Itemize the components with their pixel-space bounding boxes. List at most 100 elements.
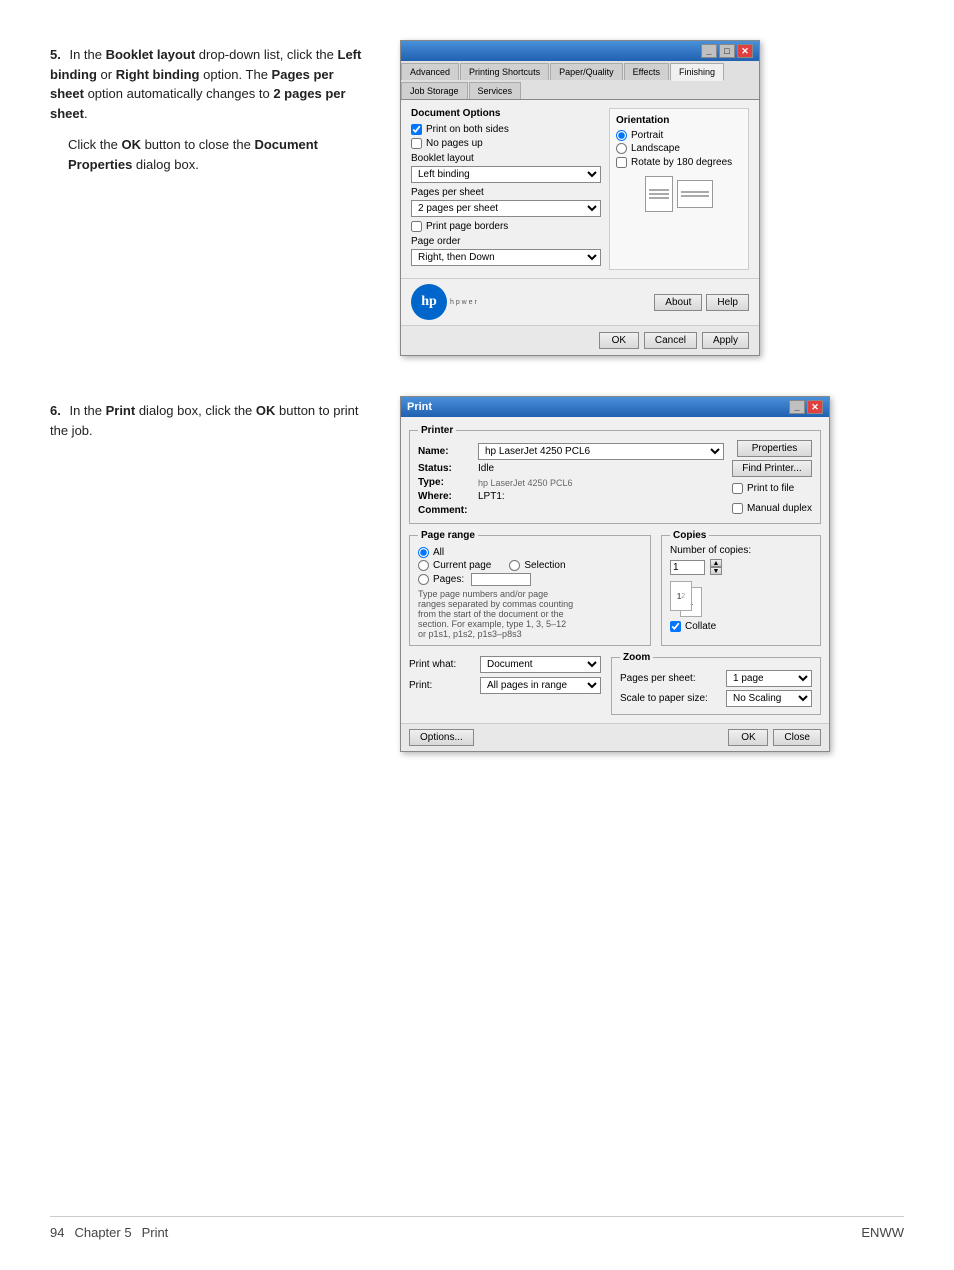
printer-name-field-row: Name: hp LaserJet 4250 PCL6	[418, 443, 724, 460]
collate-checkbox[interactable]	[670, 621, 681, 632]
pages-hint-text: Type page numbers and/or page ranges sep…	[418, 589, 642, 639]
pages-row: Pages:	[418, 573, 642, 586]
print-to-file-row: Print to file	[732, 483, 812, 494]
tab-paper-quality[interactable]: Paper/Quality	[550, 63, 623, 80]
doc-props-ok-button[interactable]: OK	[599, 332, 639, 349]
hp-logo-area: hp h p w e r	[411, 284, 477, 320]
page-order-select[interactable]: Right, then Down	[411, 249, 601, 266]
print-what-select[interactable]: Document	[480, 656, 601, 673]
tab-printing-shortcuts[interactable]: Printing Shortcuts	[460, 63, 549, 80]
copies-spinner: ▲ ▼	[710, 559, 722, 575]
printer-name-select[interactable]: hp LaserJet 4250 PCL6	[478, 443, 724, 460]
copies-input-row: ▲ ▼	[670, 559, 812, 575]
print-minimize-button[interactable]: _	[789, 400, 805, 414]
page-order-label: Page order	[411, 236, 601, 247]
tab-finishing[interactable]: Finishing	[670, 63, 724, 81]
print-titlebar-controls: _ ✕	[789, 400, 823, 414]
zoom-pages-label: Pages per sheet:	[620, 673, 720, 684]
scale-label: Scale to paper size:	[620, 693, 720, 704]
print-ok-close-area: OK Close	[728, 729, 821, 746]
pages-per-sheet-label: Pages per sheet	[411, 187, 601, 198]
titlebar-controls: _ □ ✕	[701, 44, 753, 58]
print-main-grid: Page range All Current page Selection	[409, 530, 821, 646]
selection-radio[interactable]	[509, 560, 520, 571]
booklet-layout-label: Booklet layout	[411, 153, 601, 164]
document-options-label: Document Options	[411, 108, 601, 119]
footer-left: 94 Chapter 5 Print	[50, 1225, 168, 1240]
num-copies-label: Number of copies:	[670, 545, 812, 556]
copies-up-button[interactable]: ▲	[710, 559, 722, 567]
no-pages-up-row: No pages up	[411, 138, 601, 149]
no-pages-up-checkbox[interactable]	[411, 138, 422, 149]
pages-per-sheet-select[interactable]: 2 pages per sheet	[411, 200, 601, 217]
scale-select[interactable]: No Scaling	[726, 690, 812, 707]
print-close-button[interactable]: ✕	[807, 400, 823, 414]
print-what-row: Print what: Document	[409, 656, 601, 673]
current-page-radio[interactable]	[418, 560, 429, 571]
type-label: Type:	[418, 477, 478, 488]
where-value: LPT1:	[478, 491, 724, 502]
print-dialog: Print _ ✕ Printer Name: hp La	[400, 396, 830, 752]
print-to-file-checkbox[interactable]	[732, 483, 743, 494]
doc-props-cancel-button[interactable]: Cancel	[644, 332, 697, 349]
properties-button[interactable]: Properties	[737, 440, 812, 457]
landscape-label: Landscape	[631, 143, 680, 154]
step-6-body: 6. In the Print dialog box, click the OK…	[50, 401, 370, 440]
all-radio[interactable]	[418, 547, 429, 558]
tab-services[interactable]: Services	[469, 82, 522, 99]
page-number: 94	[50, 1225, 64, 1240]
copies-down-button[interactable]: ▼	[710, 567, 722, 575]
manual-duplex-checkbox[interactable]	[732, 503, 743, 514]
close-button[interactable]: ✕	[737, 44, 753, 58]
hp-logo: hp	[411, 284, 447, 320]
tab-advanced[interactable]: Advanced	[401, 63, 459, 80]
page-icon-1: 1 2	[670, 581, 692, 611]
rotate-checkbox[interactable]	[616, 157, 627, 168]
collate-pages-icon: 1 2 1	[670, 581, 720, 617]
footer-chapter: Chapter 5	[74, 1225, 131, 1240]
about-button[interactable]: About	[654, 294, 702, 311]
tab-effects[interactable]: Effects	[624, 63, 669, 80]
all-label: All	[433, 547, 444, 558]
step-5-text: 5. In the Booklet layout drop-down list,…	[50, 40, 370, 174]
page-footer: 94 Chapter 5 Print ENWW	[50, 1216, 904, 1240]
booklet-layout-select[interactable]: Left binding	[411, 166, 601, 183]
print-page-borders-row: Print page borders	[411, 221, 601, 232]
doc-props-lower: hp h p w e r About Help	[401, 278, 759, 325]
collate-row: Collate	[670, 621, 812, 632]
tab-job-storage[interactable]: Job Storage	[401, 82, 468, 99]
step-6-text: 6. In the Print dialog box, click the OK…	[50, 396, 370, 440]
copies-input[interactable]	[670, 560, 705, 575]
pages-radio[interactable]	[418, 574, 429, 585]
options-button[interactable]: Options...	[409, 729, 474, 746]
print-close-button[interactable]: Close	[773, 729, 821, 746]
portrait-radio[interactable]	[616, 130, 627, 141]
booklet-layout-row: Booklet layout Left binding	[411, 153, 601, 183]
page-range-legend: Page range	[418, 530, 478, 541]
name-label: Name:	[418, 446, 478, 457]
print-select[interactable]: All pages in range	[480, 677, 601, 694]
orientation-label: Orientation	[616, 115, 742, 126]
footer-brand: ENWW	[861, 1225, 904, 1240]
print-both-sides-checkbox[interactable]	[411, 124, 422, 135]
help-button[interactable]: Help	[706, 294, 749, 311]
printer-right-buttons: Properties Find Printer... Print to file…	[732, 440, 812, 517]
status-label: Status:	[418, 463, 478, 474]
landscape-radio[interactable]	[616, 143, 627, 154]
step-5-number: 5.	[50, 47, 61, 62]
zoom-pages-select[interactable]: 1 page	[726, 670, 812, 687]
maximize-button[interactable]: □	[719, 44, 735, 58]
selection-label: Selection	[524, 560, 565, 571]
print-page-borders-checkbox[interactable]	[411, 221, 422, 232]
comment-row: Comment:	[418, 505, 724, 516]
collate-preview-area: 1 2 1	[670, 581, 812, 617]
pages-input[interactable]	[471, 573, 531, 586]
collate-label: Collate	[685, 621, 716, 632]
doc-props-apply-button[interactable]: Apply	[702, 332, 749, 349]
all-pages-row: All	[418, 547, 642, 558]
find-printer-button[interactable]: Find Printer...	[732, 460, 812, 477]
copies-legend: Copies	[670, 530, 709, 541]
where-label: Where:	[418, 491, 478, 502]
print-ok-button[interactable]: OK	[728, 729, 768, 746]
minimize-button[interactable]: _	[701, 44, 717, 58]
